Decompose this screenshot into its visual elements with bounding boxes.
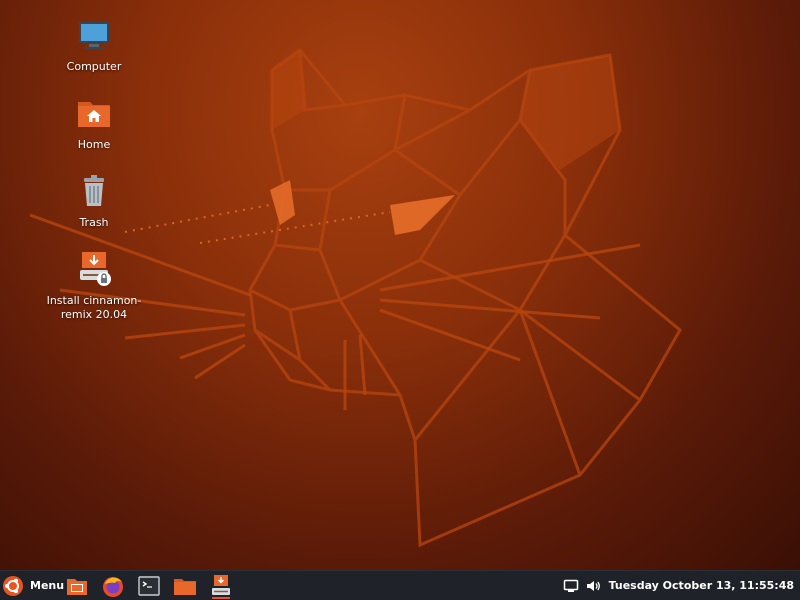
- desktop-icon-computer[interactable]: Computer: [46, 16, 142, 74]
- desktop-icon-label: Computer: [66, 60, 122, 73]
- taskbar: Menu Tuesday October 13, 11:55:48: [0, 570, 800, 600]
- launcher-files[interactable]: [170, 573, 200, 598]
- home-folder-icon: [78, 102, 110, 127]
- installer-icon: [80, 252, 111, 286]
- network-icon[interactable]: [563, 578, 579, 594]
- desktop[interactable]: Computer Home Trash Install cinnamon-rem…: [0, 0, 800, 570]
- show-desktop-icon: [67, 578, 87, 595]
- desktop-icon-label: Home: [77, 138, 111, 151]
- menu-label: Menu: [30, 579, 65, 592]
- launcher-firefox[interactable]: [98, 573, 128, 598]
- desktop-icon-label: Trash: [79, 216, 109, 229]
- folder-icon: [174, 578, 196, 595]
- launcher-show-desktop[interactable]: [62, 573, 92, 598]
- desktop-icon-label: Install cinnamon-remix 20.04: [46, 294, 142, 321]
- menu-button[interactable]: Menu: [2, 573, 64, 598]
- installer-icon: [212, 574, 230, 595]
- desktop-icon-trash[interactable]: Trash: [46, 172, 142, 230]
- system-tray: Tuesday October 13, 11:55:48: [563, 573, 800, 598]
- firefox-icon: [103, 576, 123, 597]
- launcher-terminal[interactable]: [134, 573, 164, 598]
- terminal-icon: [138, 575, 160, 596]
- volume-icon[interactable]: [585, 578, 601, 594]
- clock[interactable]: Tuesday October 13, 11:55:48: [609, 579, 794, 592]
- launcher-installer[interactable]: [206, 573, 236, 599]
- computer-icon: [79, 22, 109, 49]
- ubuntu-logo-icon: [3, 575, 23, 596]
- desktop-icon-installer[interactable]: Install cinnamon-remix 20.04: [46, 250, 142, 322]
- trash-icon: [84, 175, 104, 206]
- desktop-icon-home[interactable]: Home: [46, 94, 142, 152]
